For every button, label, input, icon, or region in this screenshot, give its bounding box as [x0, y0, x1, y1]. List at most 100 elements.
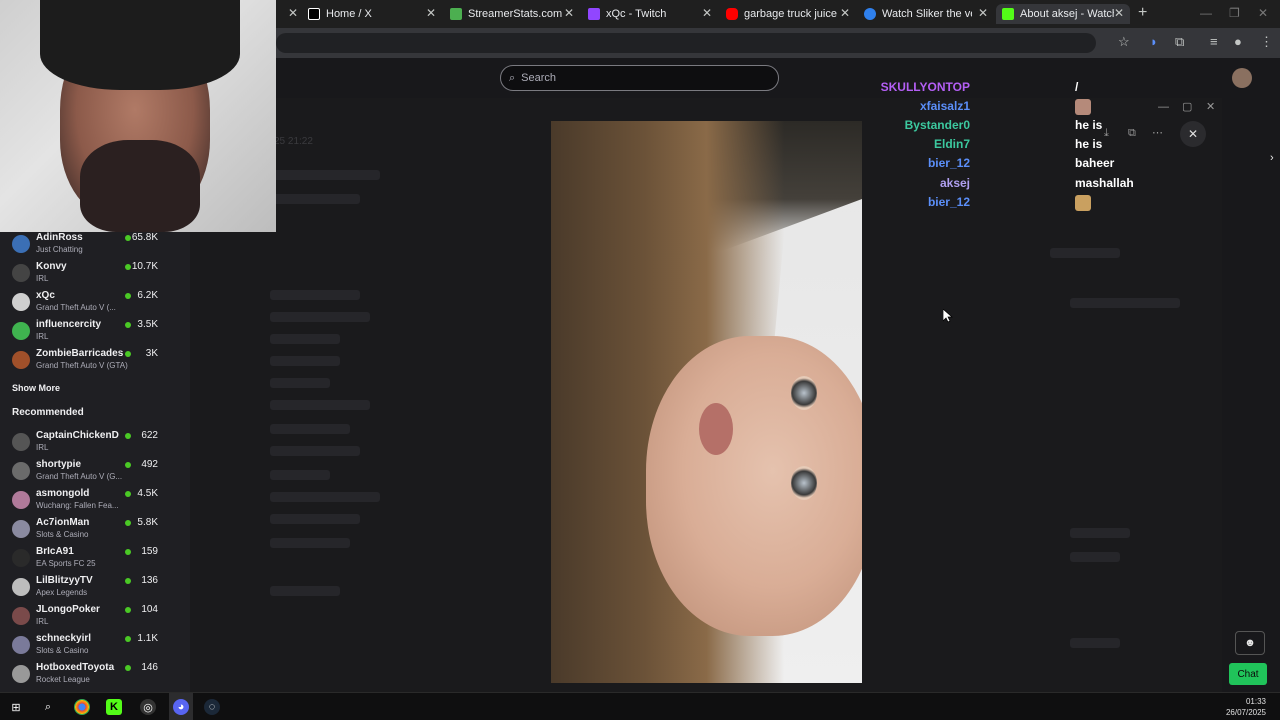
- minimize-icon[interactable]: —: [1200, 6, 1212, 20]
- channel-name: AdinRoss: [36, 232, 83, 243]
- sidebar-channel[interactable]: shortypie Grand Theft Auto V (G... 492: [0, 459, 190, 488]
- sidebar-channel[interactable]: influencercity IRL 3.5K: [0, 319, 190, 348]
- mouse-cursor-icon: [943, 309, 953, 323]
- viewer-count: 6.2K: [137, 290, 158, 301]
- sidebar-channel[interactable]: asmongold Wuchang: Fallen Fea... 4.5K: [0, 488, 190, 517]
- discord-icon[interactable]: ◕: [173, 699, 189, 715]
- viewer-count: 1.1K: [137, 633, 158, 644]
- new-tab-button[interactable]: +: [1138, 4, 1147, 22]
- extensions-puzzle-icon[interactable]: ⧉: [1175, 34, 1184, 50]
- chat-username: bier_12: [927, 195, 970, 209]
- live-indicator-icon: [125, 433, 131, 439]
- sidebar-channel[interactable]: xQc Grand Theft Auto V (... 6.2K: [0, 290, 190, 319]
- screen: ✕ Home / X ✕ StreamerStats.com | #1 Kic …: [0, 0, 1280, 720]
- ghost-row: [270, 400, 370, 410]
- ghost-row: [1050, 248, 1120, 258]
- channel-name: LilBlitzyyTV: [36, 575, 93, 586]
- close-tab-icon[interactable]: ✕: [564, 6, 574, 20]
- close-window-icon[interactable]: ✕: [1258, 6, 1268, 20]
- sidebar-channel[interactable]: Konvy IRL 10.7K: [0, 261, 190, 290]
- close-tab-icon[interactable]: ✕: [288, 6, 298, 20]
- windows-start-icon[interactable]: ⊞: [8, 699, 24, 715]
- channel-category: EA Sports FC 25: [36, 559, 96, 568]
- browser-tab[interactable]: Home / X ✕: [308, 4, 436, 24]
- bookmark-star-icon[interactable]: ☆: [1118, 34, 1130, 50]
- chat-badge-icon: /: [1075, 80, 1079, 94]
- viewer-count: 146: [141, 662, 158, 673]
- live-indicator-icon: [125, 264, 131, 270]
- channel-category: Slots & Casino: [36, 530, 89, 539]
- chat-send-button[interactable]: Chat: [1229, 663, 1267, 685]
- sidebar-channel[interactable]: schneckyirl Slots & Casino 1.1K: [0, 633, 190, 662]
- browser-tab[interactable]: garbage truck juice - You ✕: [726, 4, 850, 24]
- profile-icon[interactable]: ●: [1234, 34, 1242, 49]
- browser-tab-active[interactable]: About aksej - Watch Live ✕: [996, 4, 1130, 24]
- open-external-icon[interactable]: ⧉: [1128, 127, 1136, 140]
- taskbar-clock[interactable]: 01:33 26/07/2025: [1226, 696, 1266, 718]
- chat-username: Eldin7: [933, 137, 970, 151]
- sidebar-channel[interactable]: CaptainChickenD IRL 622: [0, 430, 190, 459]
- chat-username: SKULLYONTOP: [880, 80, 970, 94]
- close-icon: ✕: [1187, 127, 1199, 141]
- close-tab-icon[interactable]: ✕: [426, 6, 436, 20]
- user-avatar[interactable]: [1232, 68, 1252, 88]
- steam-icon[interactable]: ◌: [204, 699, 220, 715]
- viewer-close-button[interactable]: ✕: [1180, 121, 1206, 147]
- sidebar-channel[interactable]: JLongoPoker IRL 104: [0, 604, 190, 633]
- sidebar-channel[interactable]: BrIcA91 EA Sports FC 25 159: [0, 546, 190, 575]
- tab-title: About aksej - Watch Live: [1020, 8, 1114, 20]
- search-input[interactable]: ⌕ Search: [500, 65, 779, 91]
- more-options-icon[interactable]: ⋯: [1152, 126, 1163, 139]
- live-indicator-icon: [125, 578, 131, 584]
- browser-tab[interactable]: Watch Sliker the very mo ✕: [864, 4, 988, 24]
- browser-tab[interactable]: xQc - Twitch ✕: [588, 4, 712, 24]
- live-indicator-icon: [125, 636, 131, 642]
- maximize-icon[interactable]: ❐: [1229, 6, 1240, 20]
- viewer-minimize-icon[interactable]: —: [1158, 101, 1169, 113]
- sidebar-channel[interactable]: HotboxedToyota Rocket League 146: [0, 662, 190, 691]
- channel-category: Slots & Casino: [36, 646, 89, 655]
- media-control-icon[interactable]: ≡: [1210, 34, 1218, 49]
- address-field[interactable]: [276, 33, 1096, 53]
- chevron-right-icon[interactable]: ›: [1270, 152, 1274, 164]
- sidebar-channel[interactable]: Ac7ionMan Slots & Casino 5.8K: [0, 517, 190, 546]
- browser-tab[interactable]: StreamerStats.com | #1 Kic ✕: [450, 4, 574, 24]
- close-tab-icon[interactable]: ✕: [978, 6, 988, 20]
- ghost-row: [270, 538, 350, 548]
- browser-tab[interactable]: ✕: [276, 4, 298, 24]
- viewer-count: 104: [141, 604, 158, 615]
- channel-category: Just Chatting: [36, 245, 83, 254]
- search-icon: ⌕: [509, 71, 516, 84]
- emote-picker-button[interactable]: ☻: [1235, 631, 1265, 655]
- channel-avatar: [12, 433, 30, 451]
- viewer-maximize-icon[interactable]: ▢: [1182, 100, 1192, 113]
- sidebar-channel[interactable]: LilBlitzyyTV Apex Legends 136: [0, 575, 190, 604]
- channel-avatar: [12, 549, 30, 567]
- chat-username: xfaisalz1: [919, 99, 970, 113]
- chat-message: SKULLYONTOP /: [881, 80, 1120, 98]
- extension-icon[interactable]: ◗: [1150, 34, 1158, 49]
- show-more-link[interactable]: Show More: [12, 383, 60, 393]
- browser-menu-icon[interactable]: ⋮: [1260, 34, 1273, 50]
- tab-title: xQc - Twitch: [606, 8, 667, 20]
- close-tab-icon[interactable]: ✕: [840, 6, 850, 20]
- close-tab-icon[interactable]: ✕: [702, 6, 712, 20]
- taskbar-search-icon[interactable]: ⌕: [40, 699, 56, 715]
- streamer-webcam: [0, 0, 276, 232]
- close-tab-icon[interactable]: ✕: [1114, 6, 1124, 20]
- tab-title: garbage truck juice - You: [744, 8, 838, 20]
- clock-time: 01:33: [1245, 697, 1266, 706]
- chat-message: bier_12: [900, 195, 1120, 213]
- viewer-close-window-icon[interactable]: ✕: [1206, 100, 1215, 113]
- channel-name: xQc: [36, 290, 55, 301]
- app-icon[interactable]: ◎: [140, 699, 156, 715]
- channel-avatar: [12, 264, 30, 282]
- sidebar-channel[interactable]: AdinRoss Just Chatting 65.8K: [0, 232, 190, 261]
- live-indicator-icon: [125, 322, 131, 328]
- kick-app-icon[interactable]: K: [106, 699, 122, 715]
- ghost-row: [270, 312, 370, 322]
- ghost-row: [270, 290, 360, 300]
- channel-name: HotboxedToyota: [36, 662, 115, 673]
- sidebar-channel[interactable]: ZombieBarricades Grand Theft Auto V (GTA)…: [0, 348, 190, 377]
- chrome-icon[interactable]: [74, 699, 90, 715]
